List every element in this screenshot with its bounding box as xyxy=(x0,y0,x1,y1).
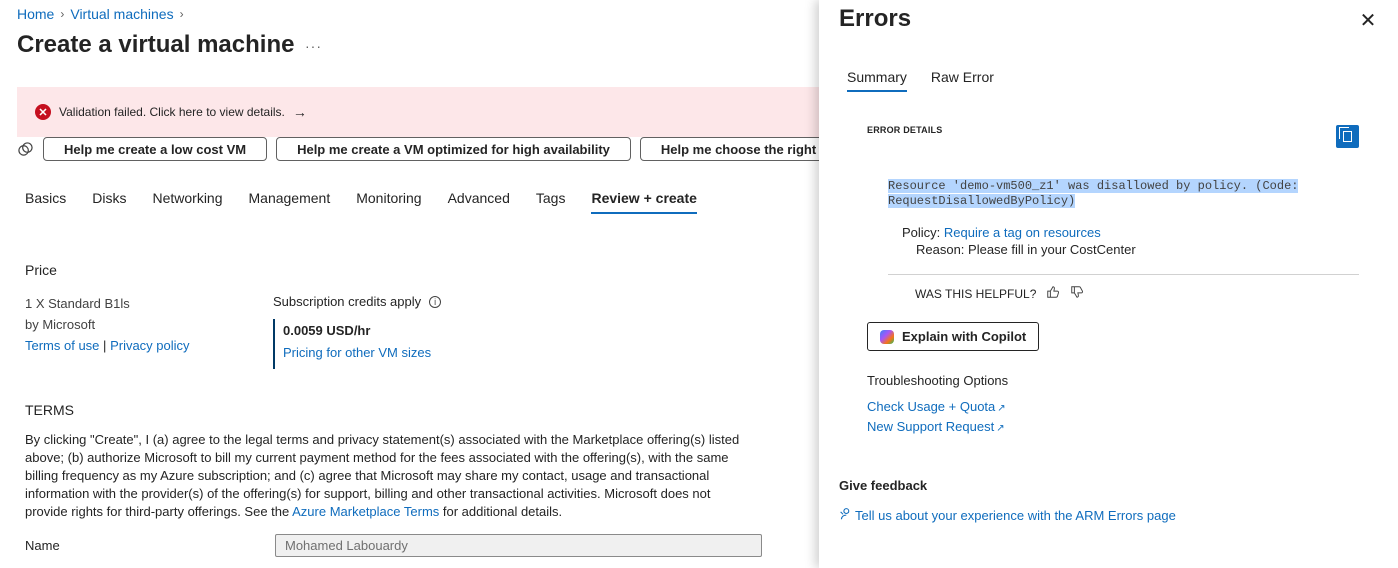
close-icon[interactable]: ✕ xyxy=(1357,9,1379,32)
error-details-label: ERROR DETAILS xyxy=(867,125,943,135)
thumbs-up-icon[interactable] xyxy=(1046,285,1060,302)
explain-with-copilot-button[interactable]: Explain with Copilot xyxy=(867,322,1040,351)
errors-panel: Errors ✕ Summary Raw Error ERROR DETAILS… xyxy=(819,0,1398,568)
tab-review-create[interactable]: Review + create xyxy=(591,190,697,214)
copilot-icon xyxy=(880,329,894,344)
help-choose-vm-button[interactable]: Help me choose the right VM xyxy=(639,137,830,161)
terms-of-use-link[interactable]: Terms of use xyxy=(25,338,99,353)
price-amount: 0.0059 USD/hr xyxy=(283,323,371,338)
tab-summary[interactable]: Summary xyxy=(847,69,907,92)
feedback-link[interactable]: Tell us about your experience with the A… xyxy=(839,507,1176,523)
price-summary: 1 X Standard B1ls by Microsoft Terms of … xyxy=(25,293,190,356)
name-field[interactable] xyxy=(275,534,762,557)
policy-link[interactable]: Require a tag on resources xyxy=(944,225,1101,240)
price-heading: Price xyxy=(25,262,57,278)
error-message-text: Resource 'demo-vm500_z1' was disallowed … xyxy=(888,179,1299,208)
name-label: Name xyxy=(25,538,60,553)
more-options-button[interactable]: ··· xyxy=(305,38,322,54)
tab-monitoring[interactable]: Monitoring xyxy=(356,190,421,214)
tab-disks[interactable]: Disks xyxy=(92,190,126,214)
policy-line: Policy: Require a tag on resources xyxy=(902,225,1101,240)
new-support-request-link[interactable]: New Support Request ↗ xyxy=(867,419,1005,434)
tab-raw-error[interactable]: Raw Error xyxy=(931,69,994,92)
assistant-icon xyxy=(17,141,33,157)
breadcrumb: Home › Virtual machines › xyxy=(17,6,184,22)
link-divider: | xyxy=(103,338,107,353)
vm-size-label: 1 X Standard B1ls xyxy=(25,296,130,311)
panel-tabs: Summary Raw Error xyxy=(847,69,1018,92)
tab-tags[interactable]: Tags xyxy=(536,190,566,214)
price-box: 0.0059 USD/hr Pricing for other VM sizes xyxy=(273,319,441,369)
subscription-credits: Subscription credits apply i xyxy=(273,294,442,309)
chevron-right-icon: › xyxy=(179,7,184,21)
panel-title: Errors xyxy=(839,5,912,32)
tab-basics[interactable]: Basics xyxy=(25,190,66,214)
validation-error-banner[interactable]: ✕ Validation failed. Click here to view … xyxy=(17,87,830,137)
tab-advanced[interactable]: Advanced xyxy=(448,190,510,214)
error-circle-icon: ✕ xyxy=(35,104,51,120)
help-buttons-row: Help me create a low cost VM Help me cre… xyxy=(17,137,830,161)
price-details: Subscription credits apply i 0.0059 USD/… xyxy=(273,294,442,369)
info-icon[interactable]: i xyxy=(429,295,442,308)
tab-management[interactable]: Management xyxy=(249,190,331,214)
feedback-heading: Give feedback xyxy=(839,478,928,493)
error-message[interactable]: Resource 'demo-vm500_z1' was disallowed … xyxy=(888,179,1343,209)
helpful-row: WAS THIS HELPFUL? xyxy=(915,285,1084,302)
divider xyxy=(888,274,1359,275)
banner-text: Validation failed. Click here to view de… xyxy=(59,105,285,119)
terms-body-after: for additional details. xyxy=(439,504,563,519)
help-high-availability-button[interactable]: Help me create a VM optimized for high a… xyxy=(276,137,631,161)
arrow-right-icon: → xyxy=(292,104,307,120)
page-title: Create a virtual machine xyxy=(17,31,295,58)
publisher-label: by Microsoft xyxy=(25,317,96,332)
wizard-tabs: Basics Disks Networking Management Monit… xyxy=(25,190,723,214)
person-feedback-icon xyxy=(839,507,852,523)
pricing-other-sizes-link[interactable]: Pricing for other VM sizes xyxy=(283,345,441,360)
credits-label: Subscription credits apply xyxy=(273,294,422,309)
terms-text: By clicking "Create", I (a) agree to the… xyxy=(25,431,745,521)
tab-networking[interactable]: Networking xyxy=(152,190,222,214)
breadcrumb-home[interactable]: Home xyxy=(17,6,54,22)
check-usage-quota-link[interactable]: Check Usage + Quota ↗ xyxy=(867,399,1006,414)
help-low-cost-vm-button[interactable]: Help me create a low cost VM xyxy=(43,137,268,161)
copilot-button-label: Explain with Copilot xyxy=(902,329,1027,344)
external-link-icon: ↗ xyxy=(997,403,1006,414)
external-link-icon: ↗ xyxy=(996,423,1005,434)
breadcrumb-virtual-machines[interactable]: Virtual machines xyxy=(70,6,173,22)
main-content: Home › Virtual machines › Create a virtu… xyxy=(0,0,830,568)
privacy-policy-link[interactable]: Privacy policy xyxy=(110,338,189,353)
feedback-link-label: Tell us about your experience with the A… xyxy=(855,507,1176,523)
chevron-right-icon: › xyxy=(60,7,65,21)
check-usage-quota-label: Check Usage + Quota xyxy=(867,399,996,414)
troubleshooting-heading: Troubleshooting Options xyxy=(867,373,1009,388)
azure-marketplace-terms-link[interactable]: Azure Marketplace Terms xyxy=(292,504,439,519)
reason-text: Reason: Please fill in your CostCenter xyxy=(916,242,1136,257)
thumbs-down-icon[interactable] xyxy=(1070,285,1084,302)
helpful-label: WAS THIS HELPFUL? xyxy=(915,286,1037,301)
copy-icon[interactable] xyxy=(1336,125,1359,148)
new-support-request-label: New Support Request xyxy=(867,419,995,434)
terms-heading: TERMS xyxy=(25,402,74,418)
policy-label: Policy: xyxy=(902,225,944,240)
